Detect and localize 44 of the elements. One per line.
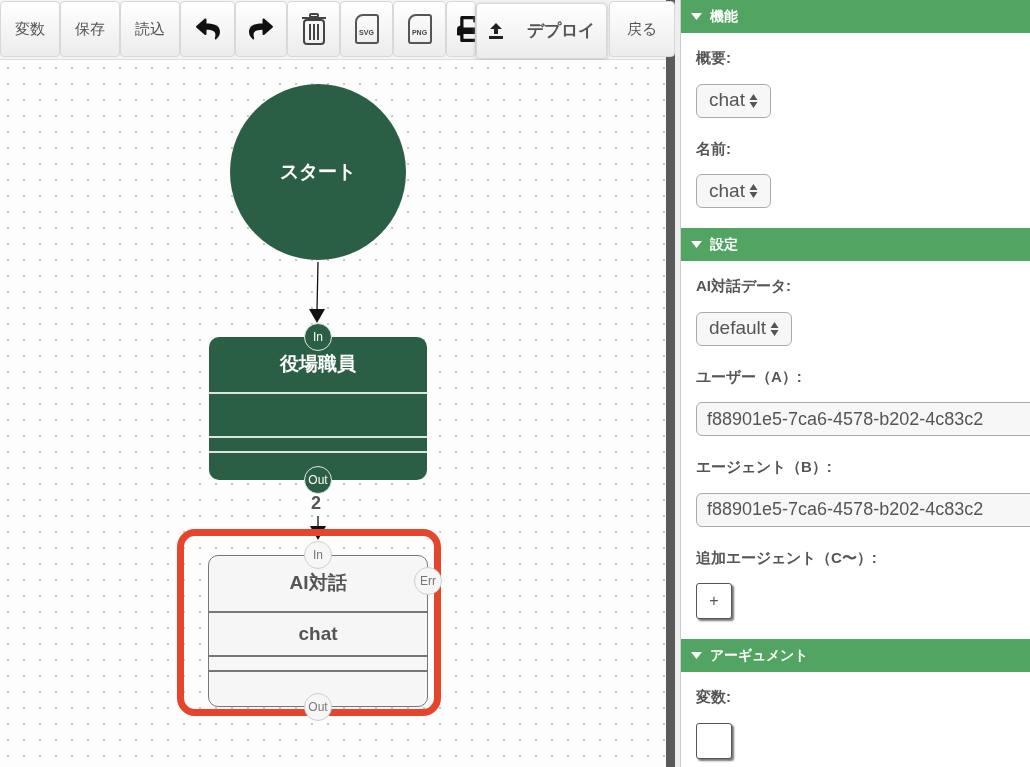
start-label: スタート xyxy=(280,159,356,184)
field-label: ユーザー（A）: xyxy=(696,366,803,387)
delete-button[interactable] xyxy=(287,1,340,57)
field-label: エージェント（B）: xyxy=(696,457,833,477)
caret-icon xyxy=(691,652,702,659)
toolbar-button[interactable]: 読込 xyxy=(120,1,180,57)
redo-button[interactable] xyxy=(235,1,287,57)
node-title: AI対話 xyxy=(289,571,347,596)
deploy-button[interactable]: デプロイ xyxy=(476,3,607,59)
redo-icon xyxy=(249,17,273,41)
add-button[interactable] xyxy=(696,722,732,759)
updown-icon xyxy=(748,92,758,109)
toolbar-button[interactable]: 変数 xyxy=(0,1,60,57)
undo-button[interactable] xyxy=(180,1,235,57)
port[interactable]: In xyxy=(304,323,332,351)
trash-icon xyxy=(300,13,327,45)
toolbar-button[interactable]: 保存 xyxy=(60,1,120,57)
upload-icon xyxy=(488,23,503,39)
caret-icon xyxy=(691,241,702,248)
node-title: 役場職員 xyxy=(280,352,356,377)
updown-icon xyxy=(770,320,780,337)
field-label: 名前: xyxy=(696,138,732,159)
print-button[interactable] xyxy=(446,1,476,57)
input-field[interactable]: f88901e5-7ca6-4578-b202-4c83c2 xyxy=(696,402,1030,436)
edge-label: 2 xyxy=(310,494,322,512)
field-label: AI対話データ: xyxy=(696,276,792,296)
node-subtitle: chat xyxy=(298,621,338,646)
field-label: 変数: xyxy=(696,687,732,707)
updown-icon xyxy=(748,183,758,199)
back-button[interactable]: 戻る xyxy=(609,1,675,57)
input-field[interactable]: f88901e5-7ca6-4578-b202-4c83c2 xyxy=(696,492,1030,527)
scrollbar[interactable] xyxy=(666,0,675,767)
field-label: 概要: xyxy=(696,48,732,68)
field-label: 追加エージェント（C〜）: xyxy=(696,547,878,568)
port[interactable]: In xyxy=(304,541,332,569)
select-field[interactable]: chat xyxy=(696,83,771,118)
connector-arrow xyxy=(309,261,325,323)
undo-icon xyxy=(195,17,220,41)
select-field[interactable]: default xyxy=(696,311,793,346)
add-button[interactable]: + xyxy=(696,583,732,619)
caret-icon xyxy=(691,13,702,20)
select-field[interactable]: chat xyxy=(696,174,771,208)
connector-arrow xyxy=(310,515,326,540)
start-node[interactable]: スタート xyxy=(230,84,406,260)
